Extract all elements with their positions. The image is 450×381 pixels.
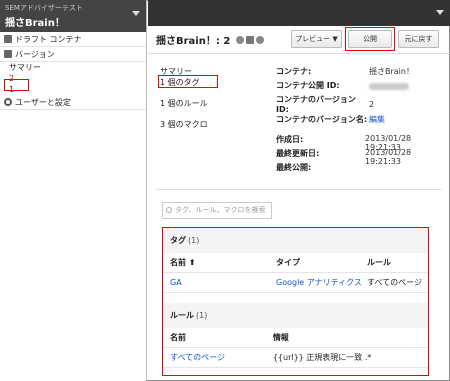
divider (156, 189, 442, 190)
section-count: (1) (196, 311, 208, 320)
section-title: タグ (170, 236, 186, 245)
sidebar: SEMアドバイザーテスト 揺さBrain！ ドラフト コンテナ バージョン サマ… (0, 0, 147, 381)
entities-panel: タグ (1) 名前 ⬆ タイプ ルール GA Google アナリティクス すべて… (162, 227, 429, 376)
highlight-box (4, 79, 29, 91)
folder-icon (4, 50, 12, 58)
summary-macros-link[interactable]: 3 個のマクロ (160, 119, 260, 130)
sidebar-item-label: バージョン (15, 49, 55, 59)
prop-label: 最終更新日: (276, 149, 320, 158)
title-icons (236, 35, 265, 44)
section-count: (1) (188, 236, 200, 245)
section-title: ルール (170, 311, 194, 320)
column-header: ルール (367, 258, 391, 267)
column-header: 情報 (272, 333, 289, 342)
prop-value: 2 (369, 100, 375, 109)
gear-icon (4, 98, 12, 106)
container-name: 揺さBrain！ (5, 18, 65, 29)
prop-value: 揺さBrain！ (369, 67, 414, 76)
version-properties: コンテナ: 揺さBrain！ コンテナ公開 ID: コンテナのバージョン ID:… (276, 66, 446, 176)
table-header: 名前 情報 (163, 328, 428, 348)
prop-value: 2013/01/28 19:21:33 (365, 148, 412, 166)
sidebar-item-settings[interactable]: ユーザーと設定 (0, 95, 146, 110)
redacted-value (369, 83, 409, 90)
prop-label: コンテナのバージョン名: (276, 115, 368, 124)
sidebar-item-versions[interactable]: バージョン (0, 47, 146, 62)
folder-icon (4, 35, 12, 43)
table-header: 名前 ⬆ タイプ ルール (163, 253, 428, 273)
sidebar-item-label: ドラフト コンテナ (15, 34, 82, 44)
trash-icon[interactable] (246, 35, 255, 44)
sidebar-item-draft[interactable]: ドラフト コンテナ (0, 32, 146, 47)
search-input[interactable]: タグ、ルール、マクロを検索 (162, 202, 272, 219)
prop-label: コンテナのバージョン ID: (276, 95, 356, 114)
page-title: 揺さBrain！: 2 (156, 36, 231, 47)
prop-label: コンテナ: (276, 67, 312, 76)
summary-rules-link[interactable]: 1 個のルール (160, 98, 260, 109)
rule-info: {{url}} 正規表現に一致 .* (272, 353, 372, 362)
highlight-box (158, 75, 218, 88)
search-placeholder: タグ、ルール、マクロを検索 (175, 206, 266, 214)
top-bar (148, 0, 450, 26)
column-header[interactable]: 名前 ⬆ (170, 257, 276, 268)
rule-name-link[interactable]: すべてのページ (170, 352, 273, 363)
account-name: SEMアドバイザーテスト (5, 4, 83, 12)
column-header: 名前 (170, 333, 186, 342)
sidebar-item-label: ユーザーと設定 (15, 97, 71, 107)
table-row[interactable]: すべてのページ {{url}} 正規表現に一致 .* (163, 348, 428, 368)
tags-section-header: タグ (1) (163, 228, 428, 253)
prop-value: 2013/01/28 19:21:33 (365, 134, 412, 152)
chevron-down-icon[interactable] (132, 11, 140, 16)
table-row[interactable]: GA Google アナリティクス すべてのページ (163, 273, 428, 293)
eye-icon[interactable] (236, 35, 245, 44)
revert-button[interactable]: 元に戻す (398, 30, 439, 48)
container-switcher[interactable]: SEMアドバイザーテスト 揺さBrain！ (0, 0, 146, 32)
version-summary-link[interactable]: サマリー (0, 62, 146, 73)
tag-name-link[interactable]: GA (170, 278, 276, 287)
highlight-box (345, 27, 395, 51)
search-icon (166, 207, 172, 213)
prop-label: コンテナ公開 ID: (276, 81, 340, 90)
chevron-down-icon[interactable] (436, 10, 444, 15)
column-header: タイプ (276, 258, 300, 267)
globe-icon[interactable] (256, 35, 265, 44)
prop-label: 作成日: (276, 135, 304, 144)
rules-section-header: ルール (1) (163, 303, 428, 328)
preview-button[interactable]: プレビュー ▼ (291, 30, 342, 48)
edit-link[interactable]: 編集 (369, 114, 385, 134)
tag-rule: すべてのページ (367, 278, 422, 287)
prop-label: 最終公開: (276, 163, 312, 172)
tag-type: Google アナリティクス (276, 278, 362, 287)
